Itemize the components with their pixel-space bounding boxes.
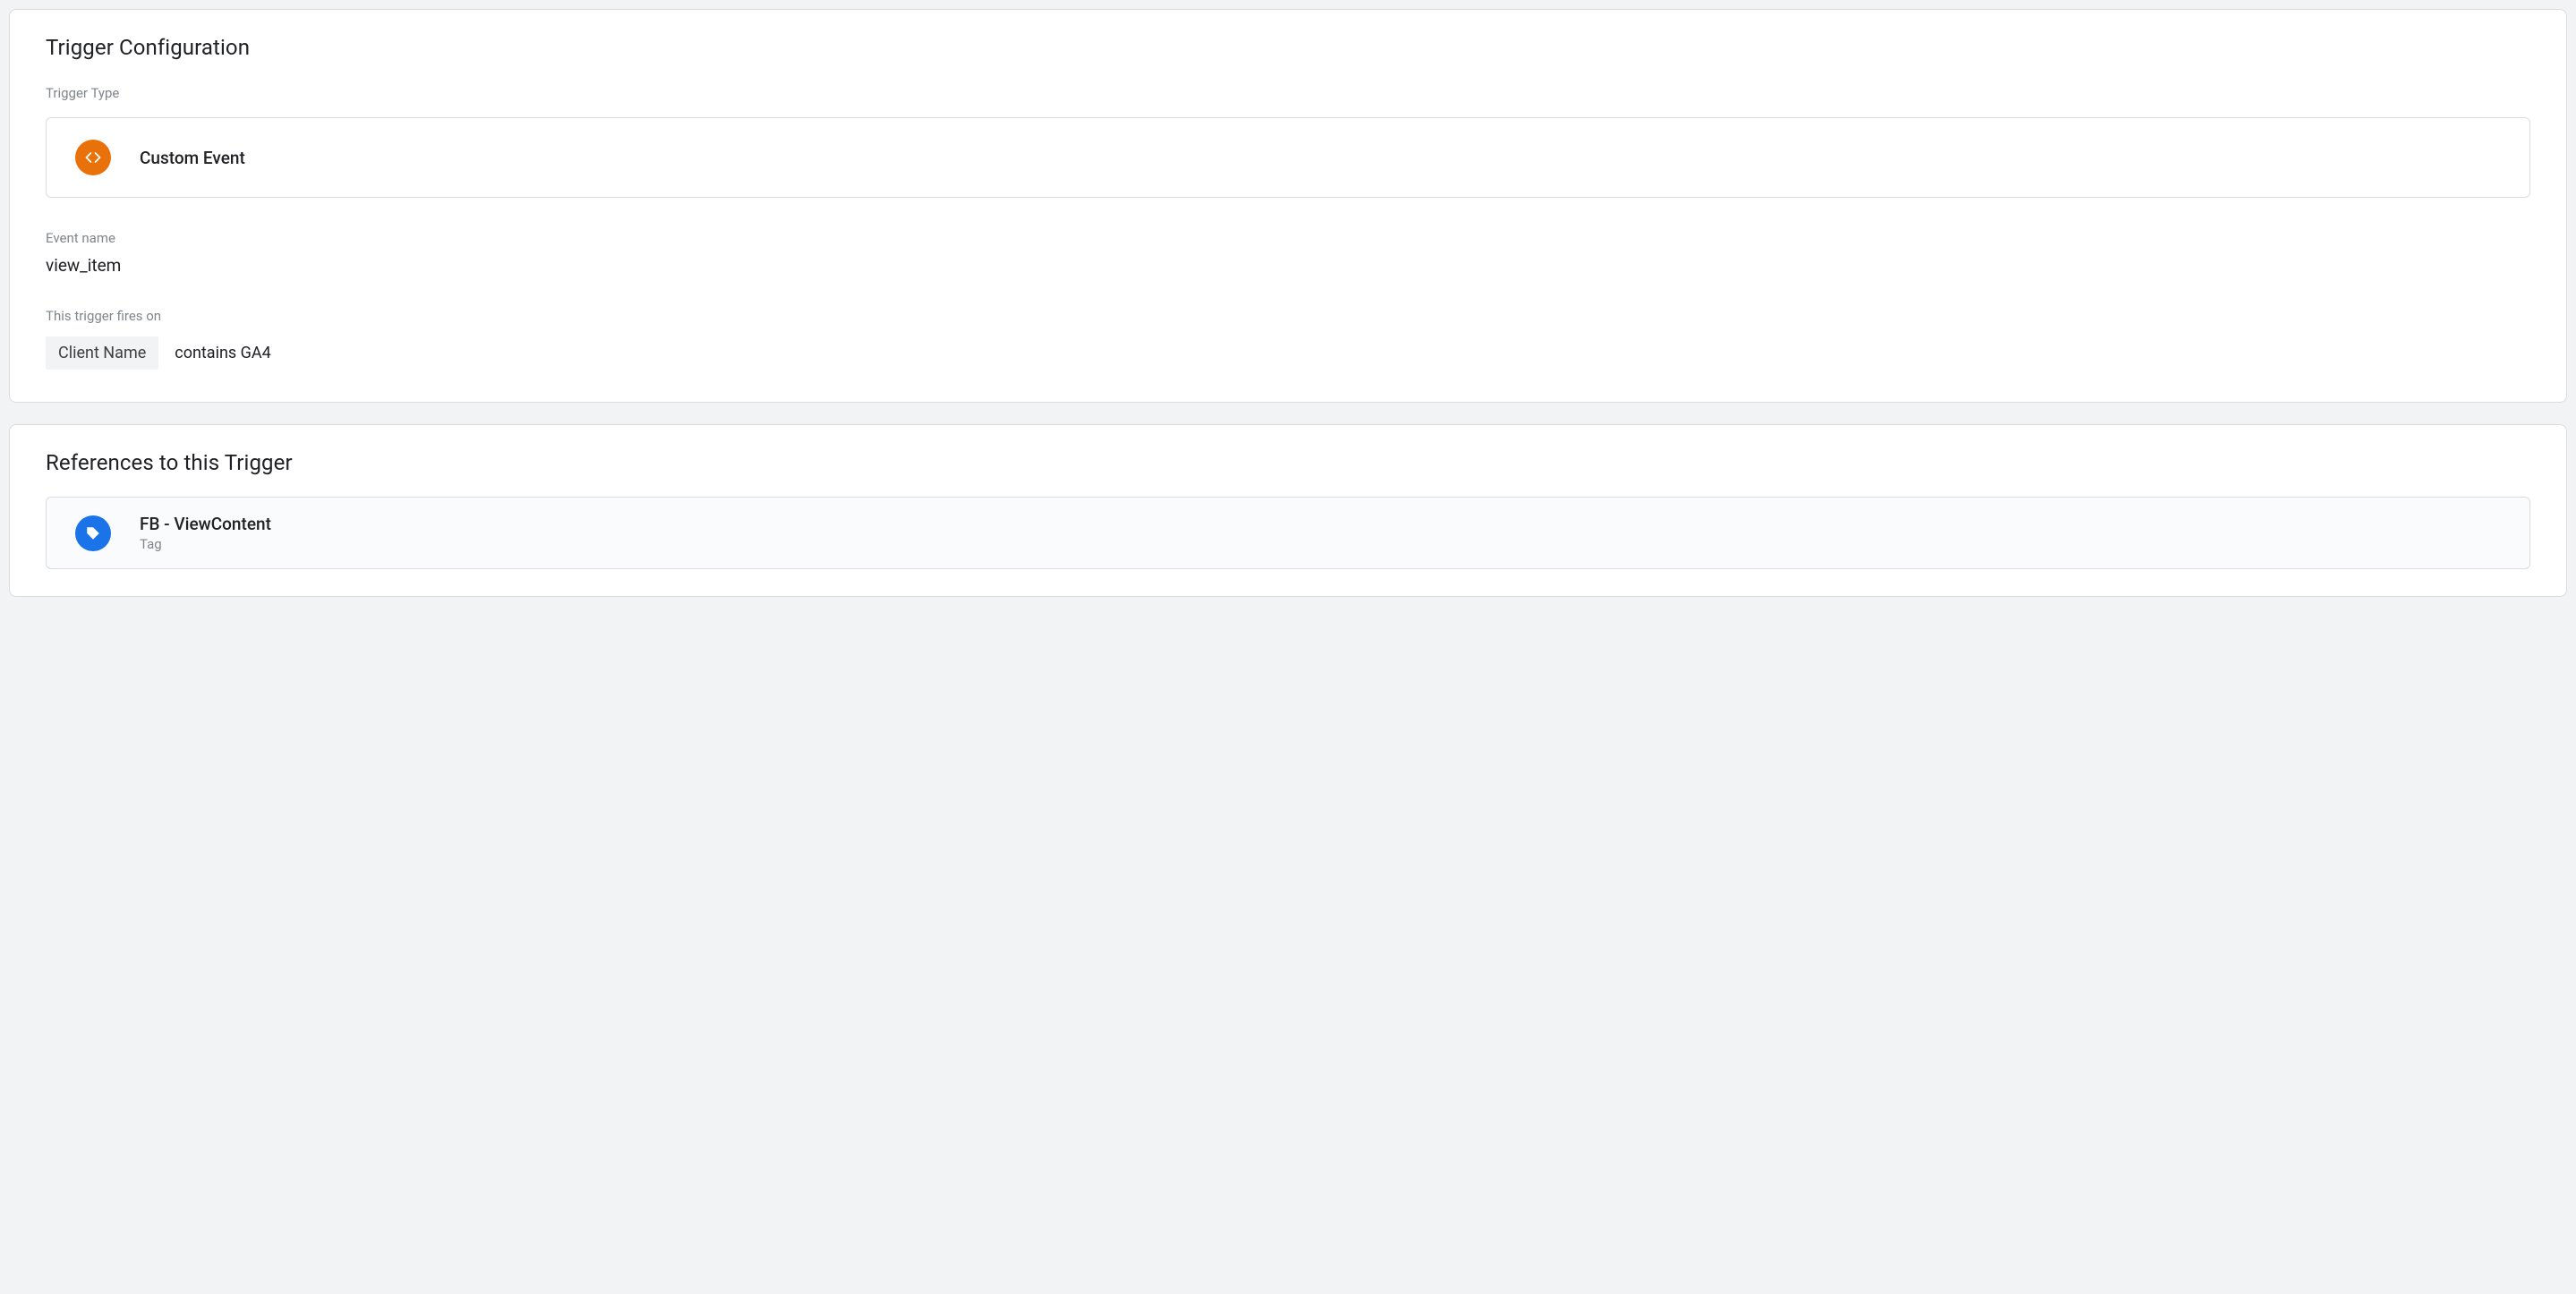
tag-icon [75, 515, 111, 551]
references-title: References to this Trigger [46, 450, 2530, 475]
fires-on-condition-row: Client Name contains GA4 [46, 336, 2530, 370]
references-card[interactable]: References to this Trigger FB - ViewCont… [9, 424, 2567, 597]
event-name-value: view_item [46, 255, 2530, 276]
trigger-type-box[interactable]: Custom Event [46, 117, 2530, 198]
trigger-configuration-card[interactable]: Trigger Configuration Trigger Type Custo… [9, 9, 2567, 403]
fires-on-variable-chip: Client Name [46, 336, 158, 370]
reference-item[interactable]: FB - ViewContent Tag [46, 497, 2530, 569]
reference-name: FB - ViewContent [140, 514, 271, 534]
trigger-type-label: Trigger Type [46, 85, 2530, 101]
custom-event-icon [75, 140, 111, 175]
event-name-group: Event name view_item [46, 230, 2530, 276]
fires-on-label: This trigger fires on [46, 308, 2530, 324]
trigger-type-name: Custom Event [140, 148, 245, 168]
reference-kind: Tag [140, 536, 271, 552]
trigger-config-title: Trigger Configuration [46, 35, 2530, 60]
fires-on-group: This trigger fires on Client Name contai… [46, 308, 2530, 370]
event-name-label: Event name [46, 230, 2530, 246]
fires-on-condition-text: contains GA4 [175, 344, 271, 362]
